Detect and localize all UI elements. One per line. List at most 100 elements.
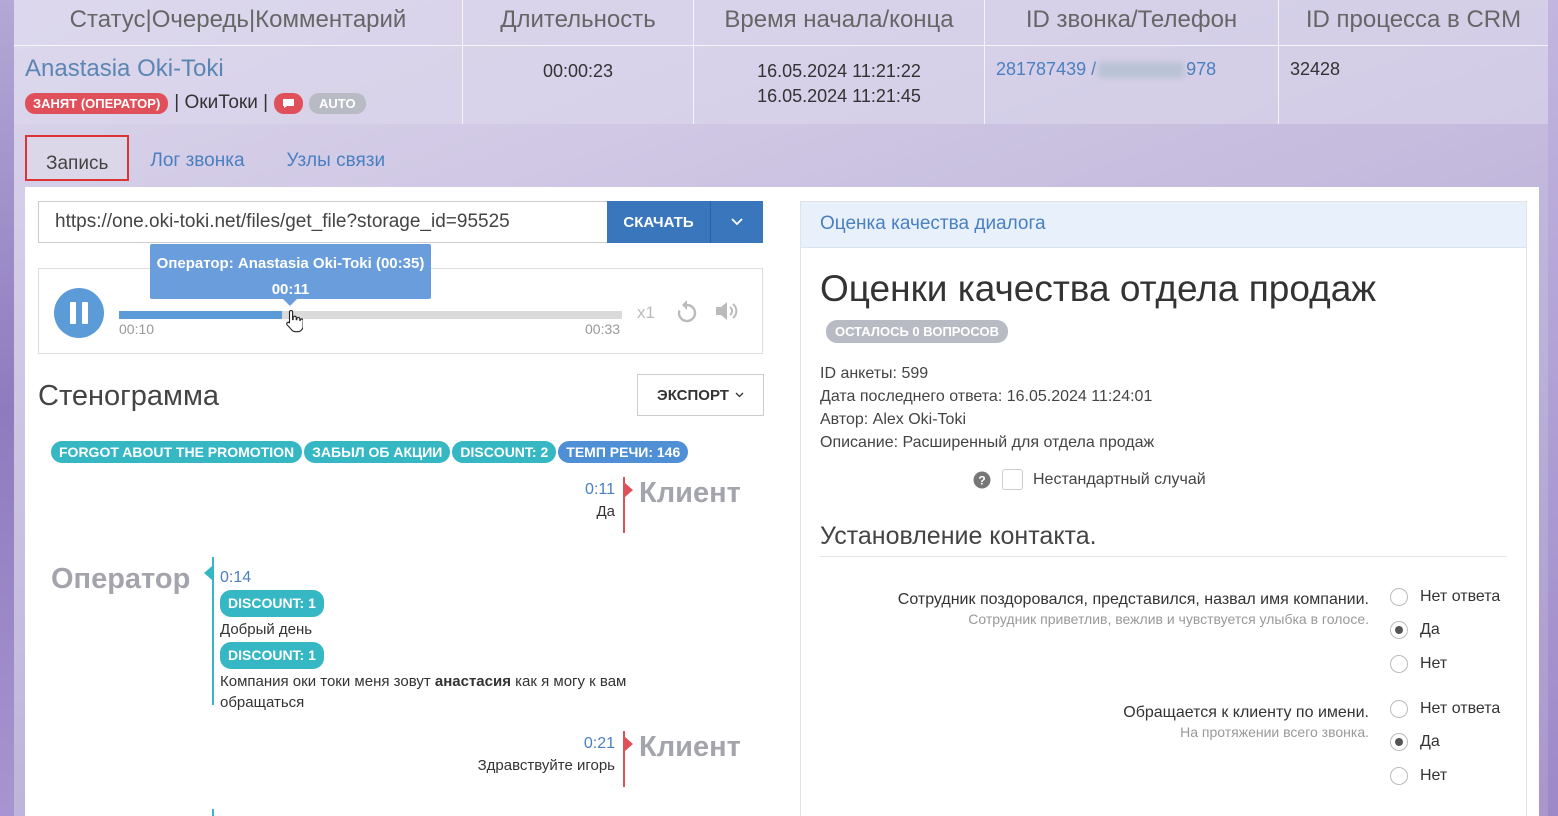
message-arrow <box>204 566 212 580</box>
transcript-tags: FORGOT ABOUT THE PROMOTION ЗАБЫЛ ОБ АКЦИ… <box>51 441 689 463</box>
message-arrow <box>625 737 633 751</box>
question-1-options: Нет ответа Да Нет <box>1390 580 1500 681</box>
transcript-title: Стенограмма <box>38 380 220 412</box>
section-title: Установление контакта. <box>820 522 1507 557</box>
tooltip-time: 00:11 <box>271 281 310 298</box>
radio-button[interactable] <box>1390 699 1408 718</box>
radio-option[interactable]: Нет <box>1390 759 1500 793</box>
message-text-part: Компания оки токи меня зовут <box>220 673 435 690</box>
cell-call-id: 281787439 / 978 <box>985 46 1279 124</box>
radio-label: Да <box>1420 621 1440 639</box>
header-crm-id[interactable]: ID процесса в CRM <box>1279 0 1548 46</box>
volume-icon[interactable] <box>714 299 740 323</box>
header-time[interactable]: Время начала/конца <box>694 0 985 46</box>
progress-track[interactable] <box>119 311 622 319</box>
radio-option[interactable]: Нет ответа <box>1390 580 1500 614</box>
survey-meta: ID анкеты: 599 Дата последнего ответа: 1… <box>820 362 1154 454</box>
nonstandard-checkbox[interactable] <box>1002 469 1023 490</box>
message-time[interactable]: 0:21 <box>584 735 615 753</box>
radio-label: Нет <box>1420 654 1448 672</box>
message-text: Да <box>596 503 615 520</box>
quality-title: Оценки качества отдела продаж <box>820 268 1377 309</box>
radio-button[interactable] <box>1390 733 1408 752</box>
chevron-down-icon <box>735 392 744 398</box>
download-button[interactable]: СКАЧАТЬ <box>607 201 710 243</box>
survey-description: Описание: Расширенный для отдела продаж <box>820 434 1155 451</box>
transcript-message-client: 0:21 Здравствуйте игорь Клиент <box>25 731 750 787</box>
message-time[interactable]: 0:14 <box>220 567 690 588</box>
message-time[interactable]: 0:11 <box>585 481 615 499</box>
tag-discount: DISCOUNT: 2 <box>452 441 557 463</box>
radio-button[interactable] <box>1390 587 1408 606</box>
last-answer-date: Дата последнего ответа: 16.05.2024 11:24… <box>820 388 1153 405</box>
call-id-link[interactable]: 281787439 / <box>996 59 1096 79</box>
main-panel: СКАЧАТЬ 00:10 00:33 x1 Оператор: Anastas… <box>25 187 1539 816</box>
message-bar <box>212 809 214 816</box>
export-label: ЭКСПОРТ <box>657 386 729 404</box>
pause-icon <box>70 302 76 324</box>
transcript-message-operator: Оператор 0:14 DISCOUNT: 1 Добрый день DI… <box>25 557 750 711</box>
file-url-input[interactable] <box>38 201 607 243</box>
auto-badge: AUTO <box>309 92 366 114</box>
question-hint: На протяжении всего звонка. <box>1180 724 1369 740</box>
total-time: 00:33 <box>585 321 621 337</box>
replay-icon[interactable] <box>676 300 698 324</box>
message-text-bold: анастасия <box>434 673 511 690</box>
progress-fill <box>119 311 283 319</box>
cell-crm-id: 32428 <box>1290 59 1341 79</box>
header-status[interactable]: Статус|Очередь|Комментарий <box>14 0 463 46</box>
remaining-badge: ОСТАЛОСЬ 0 ВОПРОСОВ <box>826 320 1008 343</box>
header-call-id[interactable]: ID звонка/Телефон <box>985 0 1279 46</box>
radio-button[interactable] <box>1390 654 1408 673</box>
tab-call-log[interactable]: Лог звонка <box>129 135 265 181</box>
message-text: Добрый день <box>220 621 313 638</box>
survey-id: ID анкеты: 599 <box>820 365 929 382</box>
tab-recording[interactable]: Запись <box>25 135 130 181</box>
phone-blurred <box>1098 62 1185 79</box>
phone-tail[interactable]: 978 <box>1186 59 1216 79</box>
download-group: СКАЧАТЬ <box>38 201 763 243</box>
message-text: Компания оки токи меня зовут анастасия к… <box>220 671 690 713</box>
speed-toggle[interactable]: x1 <box>637 303 655 323</box>
operator-name-link[interactable]: Anastasia Oki-Toki <box>14 57 462 81</box>
radio-option[interactable]: Нет <box>1390 647 1500 681</box>
pause-icon-bar <box>82 302 88 324</box>
pause-button[interactable] <box>54 288 104 338</box>
cell-status: Anastasia Oki-Toki ЗАНЯТ (ОПЕРАТОР) | Ок… <box>14 46 463 124</box>
table-header-row: Статус|Очередь|Комментарий Длительность … <box>14 0 1548 46</box>
speaker-label: Клиент <box>639 477 741 509</box>
svg-text:?: ? <box>978 474 985 488</box>
question-text: Обращается к клиенту по имени. <box>1123 704 1369 721</box>
question-2: Обращается к клиенту по имени. На протяж… <box>1123 704 1369 740</box>
tag-speech-rate: ТЕМП РЕЧИ: 146 <box>558 441 689 463</box>
table-row: Anastasia Oki-Toki ЗАНЯТ (ОПЕРАТОР) | Ок… <box>14 46 1548 124</box>
calls-table: Статус|Очередь|Комментарий Длительность … <box>14 0 1548 124</box>
tooltip-speaker: Оператор: Anastasia Oki-Toki (00:35) <box>156 255 425 272</box>
radio-button[interactable] <box>1390 621 1408 640</box>
download-options-button[interactable] <box>710 201 763 243</box>
help-icon[interactable]: ? <box>973 471 991 489</box>
radio-label: Нет <box>1420 766 1448 784</box>
speaker-label: Оператор <box>51 563 191 595</box>
message-arrow <box>625 483 633 497</box>
start-time: 16.05.2024 11:21:22 <box>757 61 921 81</box>
header-duration[interactable]: Длительность <box>463 0 694 46</box>
message-tag: DISCOUNT: 1 <box>220 590 324 617</box>
export-button[interactable]: ЭКСПОРТ <box>637 374 764 416</box>
message-text: Здравствуйте игорь <box>477 757 615 774</box>
hand-cursor-icon <box>286 309 303 333</box>
radio-button[interactable] <box>1390 766 1408 785</box>
current-time: 00:10 <box>119 321 155 337</box>
tab-connection-nodes[interactable]: Узлы связи <box>266 135 407 181</box>
radio-option[interactable]: Да <box>1390 726 1500 760</box>
message-bar <box>212 557 214 705</box>
radio-option[interactable]: Нет ответа <box>1390 692 1500 726</box>
quality-panel-header: Оценка качества диалога <box>801 202 1526 248</box>
tag-forgot-promotion: FORGOT ABOUT THE PROMOTION <box>51 441 303 463</box>
cell-duration: 00:00:23 <box>463 46 694 124</box>
message-content: 0:14 DISCOUNT: 1 Добрый день DISCOUNT: 1… <box>220 567 690 713</box>
radio-option[interactable]: Да <box>1390 614 1500 648</box>
status-badge: ЗАНЯТ (ОПЕРАТОР) <box>25 92 169 114</box>
comment-icon[interactable] <box>274 92 304 114</box>
end-time: 16.05.2024 11:21:45 <box>757 86 921 106</box>
